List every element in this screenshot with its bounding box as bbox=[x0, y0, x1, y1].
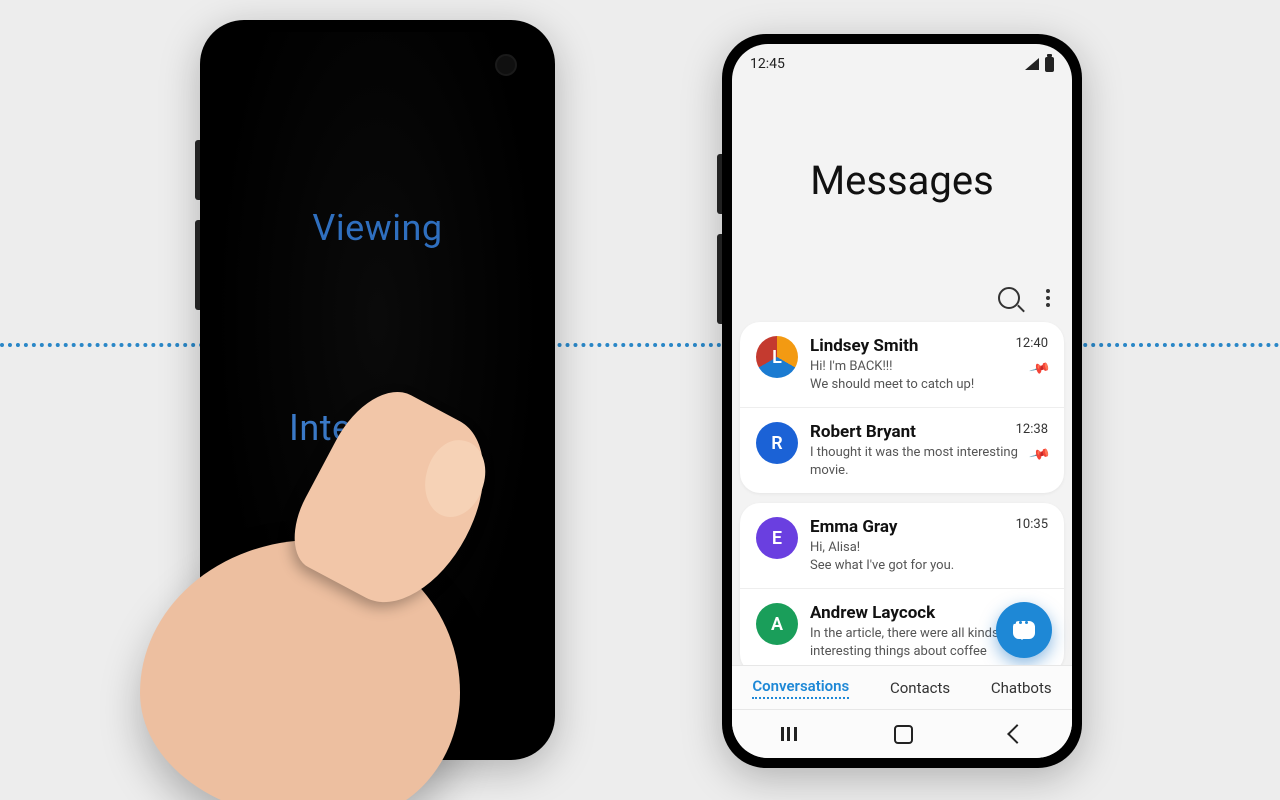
contact-name: Robert Bryant bbox=[810, 422, 1048, 442]
phone-right: 12:45 Messages L Lindsey Smith bbox=[722, 34, 1082, 768]
signal-icon bbox=[1025, 58, 1039, 70]
avatar: A bbox=[756, 603, 798, 645]
volume-down-button[interactable] bbox=[717, 234, 722, 324]
battery-icon bbox=[1045, 57, 1054, 72]
more-options-icon[interactable] bbox=[1046, 289, 1050, 307]
pin-icon: 📌 bbox=[1028, 358, 1051, 381]
status-time: 12:45 bbox=[750, 56, 785, 72]
volume-up-button[interactable] bbox=[717, 154, 722, 214]
volume-up-button[interactable] bbox=[195, 140, 200, 200]
search-icon[interactable] bbox=[998, 287, 1020, 309]
nav-back-icon[interactable] bbox=[1007, 724, 1027, 744]
avatar: R bbox=[756, 422, 798, 464]
avatar: E bbox=[756, 517, 798, 559]
contact-name: Lindsey Smith bbox=[810, 336, 1048, 356]
conversation-row[interactable]: L Lindsey Smith Hi! I'm BACK!!!We should… bbox=[740, 322, 1064, 407]
volume-down-button[interactable] bbox=[195, 220, 200, 310]
phone-left: Viewing Interaction bbox=[200, 20, 555, 760]
avatar: L bbox=[756, 336, 798, 378]
conversation-row[interactable]: R Robert Bryant I thought it was the mos… bbox=[740, 407, 1064, 493]
phone-right-screen: 12:45 Messages L Lindsey Smith bbox=[732, 44, 1072, 758]
android-nav-bar bbox=[732, 709, 1072, 758]
message-time: 10:35 bbox=[1016, 517, 1048, 532]
toolbar bbox=[732, 280, 1072, 322]
bottom-tabs: Conversations Contacts Chatbots bbox=[732, 665, 1072, 710]
phone-left-screen: Viewing Interaction bbox=[212, 32, 543, 748]
divider-dotted-line bbox=[0, 343, 1280, 347]
message-preview: I thought it was the most interesting mo… bbox=[810, 444, 1048, 479]
message-time: 12:40 bbox=[1016, 336, 1048, 351]
compose-fab[interactable] bbox=[996, 602, 1052, 658]
conversation-row[interactable]: E Emma Gray Hi, Alisa!See what I've got … bbox=[740, 503, 1064, 588]
page-title: Messages bbox=[732, 80, 1072, 280]
viewing-area-label: Viewing bbox=[212, 207, 543, 249]
message-time: 12:38 bbox=[1016, 422, 1048, 437]
nav-recents-icon[interactable] bbox=[781, 727, 797, 741]
contact-name: Emma Gray bbox=[810, 517, 1048, 537]
tab-chatbots[interactable]: Chatbots bbox=[991, 679, 1052, 697]
nav-home-icon[interactable] bbox=[894, 725, 913, 744]
pinned-card: L Lindsey Smith Hi! I'm BACK!!!We should… bbox=[740, 322, 1064, 493]
message-preview: Hi! I'm BACK!!!We should meet to catch u… bbox=[810, 358, 1048, 393]
tab-conversations[interactable]: Conversations bbox=[752, 677, 849, 699]
chat-bubble-icon bbox=[1013, 621, 1035, 639]
stage: Viewing Interaction 12:45 Messages bbox=[0, 0, 1280, 800]
tab-contacts[interactable]: Contacts bbox=[890, 679, 950, 697]
status-bar: 12:45 bbox=[732, 44, 1072, 80]
interaction-area-label: Interaction bbox=[212, 407, 543, 449]
punch-hole-camera-icon bbox=[495, 54, 517, 76]
message-preview: Hi, Alisa!See what I've got for you. bbox=[810, 539, 1048, 574]
pin-icon: 📌 bbox=[1028, 444, 1051, 467]
